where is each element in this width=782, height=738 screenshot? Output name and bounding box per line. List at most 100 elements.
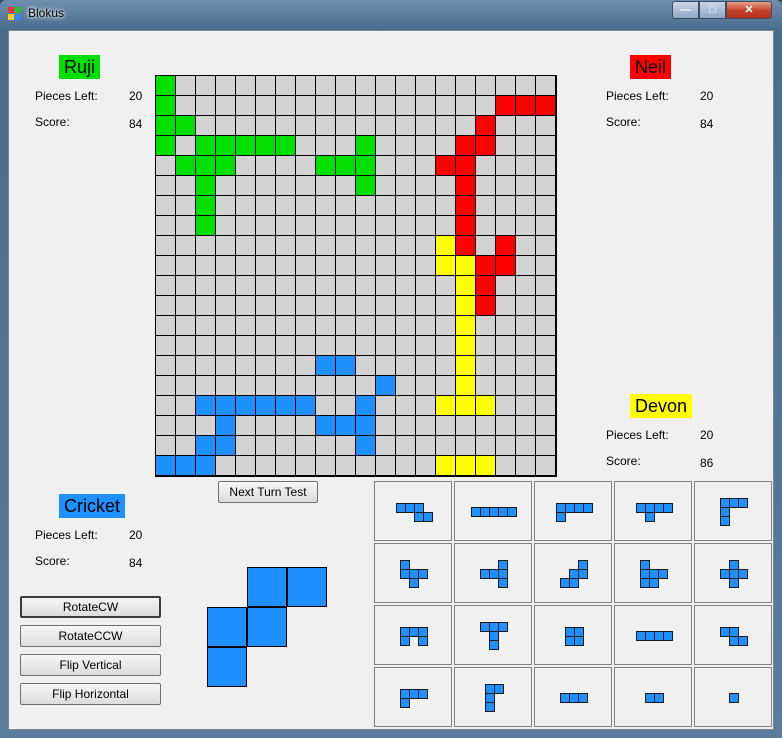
board-cell-empty[interactable] bbox=[496, 196, 515, 215]
board-cell-empty[interactable] bbox=[516, 116, 535, 135]
board-cell-empty[interactable] bbox=[336, 436, 355, 455]
board-cell-empty[interactable] bbox=[156, 436, 175, 455]
board-cell-empty[interactable] bbox=[396, 96, 415, 115]
board-cell-empty[interactable] bbox=[256, 256, 275, 275]
board-cell-yellow[interactable] bbox=[456, 336, 475, 355]
board-cell-empty[interactable] bbox=[396, 196, 415, 215]
board-cell-empty[interactable] bbox=[536, 196, 555, 215]
board-cell-empty[interactable] bbox=[436, 276, 455, 295]
board-cell-empty[interactable] bbox=[156, 376, 175, 395]
board-cell-empty[interactable] bbox=[196, 416, 215, 435]
board-cell-empty[interactable] bbox=[376, 336, 395, 355]
board-cell-empty[interactable] bbox=[396, 156, 415, 175]
board-cell-empty[interactable] bbox=[316, 216, 335, 235]
board-cell-empty[interactable] bbox=[316, 76, 335, 95]
board-cell-empty[interactable] bbox=[376, 236, 395, 255]
board-cell-empty[interactable] bbox=[476, 436, 495, 455]
board-cell-empty[interactable] bbox=[236, 416, 255, 435]
board-cell-empty[interactable] bbox=[176, 256, 195, 275]
board-cell-empty[interactable] bbox=[496, 76, 515, 95]
palette-slot[interactable] bbox=[454, 667, 532, 727]
board-cell-green[interactable] bbox=[336, 156, 355, 175]
board-cell-red[interactable] bbox=[456, 136, 475, 155]
board-cell-empty[interactable] bbox=[376, 276, 395, 295]
board-cell-empty[interactable] bbox=[256, 116, 275, 135]
board-cell-empty[interactable] bbox=[396, 76, 415, 95]
board-cell-empty[interactable] bbox=[276, 216, 295, 235]
board-cell-empty[interactable] bbox=[296, 436, 315, 455]
board-cell-blue[interactable] bbox=[216, 416, 235, 435]
board-cell-red[interactable] bbox=[456, 196, 475, 215]
board-cell-empty[interactable] bbox=[156, 296, 175, 315]
board-cell-empty[interactable] bbox=[216, 276, 235, 295]
board-cell-empty[interactable] bbox=[216, 76, 235, 95]
board-cell-empty[interactable] bbox=[416, 76, 435, 95]
board-cell-green[interactable] bbox=[236, 136, 255, 155]
board-cell-red[interactable] bbox=[536, 96, 555, 115]
board-cell-empty[interactable] bbox=[156, 216, 175, 235]
flip-vertical-button[interactable]: Flip Vertical bbox=[20, 654, 161, 676]
board-cell-empty[interactable] bbox=[476, 316, 495, 335]
board-cell-blue[interactable] bbox=[376, 376, 395, 395]
board-cell-green[interactable] bbox=[356, 156, 375, 175]
board-cell-yellow[interactable] bbox=[436, 236, 455, 255]
board-cell-empty[interactable] bbox=[376, 256, 395, 275]
board-cell-empty[interactable] bbox=[396, 396, 415, 415]
board-cell-blue[interactable] bbox=[236, 396, 255, 415]
board-cell-empty[interactable] bbox=[356, 256, 375, 275]
board-cell-empty[interactable] bbox=[256, 196, 275, 215]
board-cell-empty[interactable] bbox=[396, 376, 415, 395]
board-cell-empty[interactable] bbox=[436, 216, 455, 235]
palette-slot[interactable] bbox=[534, 543, 612, 603]
board-cell-empty[interactable] bbox=[316, 256, 335, 275]
rotate-cw-button[interactable]: RotateCW bbox=[20, 596, 161, 618]
board-cell-empty[interactable] bbox=[416, 236, 435, 255]
palette-slot[interactable] bbox=[694, 667, 772, 727]
board-cell-empty[interactable] bbox=[396, 296, 415, 315]
board-cell-empty[interactable] bbox=[416, 196, 435, 215]
board-cell-empty[interactable] bbox=[256, 156, 275, 175]
board-cell-empty[interactable] bbox=[216, 236, 235, 255]
board-cell-empty[interactable] bbox=[236, 376, 255, 395]
board-cell-blue[interactable] bbox=[356, 396, 375, 415]
board-cell-empty[interactable] bbox=[416, 416, 435, 435]
board-cell-empty[interactable] bbox=[536, 396, 555, 415]
board-cell-empty[interactable] bbox=[316, 176, 335, 195]
board-cell-empty[interactable] bbox=[176, 396, 195, 415]
board-cell-empty[interactable] bbox=[176, 236, 195, 255]
board-cell-empty[interactable] bbox=[436, 96, 455, 115]
board-cell-empty[interactable] bbox=[436, 376, 455, 395]
board-cell-empty[interactable] bbox=[176, 316, 195, 335]
board-cell-yellow[interactable] bbox=[456, 396, 475, 415]
board-cell-empty[interactable] bbox=[296, 456, 315, 475]
board-cell-empty[interactable] bbox=[516, 336, 535, 355]
board-cell-empty[interactable] bbox=[516, 376, 535, 395]
board-cell-empty[interactable] bbox=[176, 296, 195, 315]
board-cell-green[interactable] bbox=[176, 116, 195, 135]
board-cell-empty[interactable] bbox=[236, 156, 255, 175]
board-cell-empty[interactable] bbox=[456, 76, 475, 95]
board-cell-green[interactable] bbox=[156, 116, 175, 135]
board-cell-empty[interactable] bbox=[256, 416, 275, 435]
board-cell-empty[interactable] bbox=[436, 136, 455, 155]
board-cell-empty[interactable] bbox=[496, 376, 515, 395]
board-cell-empty[interactable] bbox=[336, 176, 355, 195]
board-cell-empty[interactable] bbox=[516, 396, 535, 415]
board-cell-empty[interactable] bbox=[156, 256, 175, 275]
board-cell-empty[interactable] bbox=[516, 416, 535, 435]
board-cell-empty[interactable] bbox=[196, 336, 215, 355]
palette-slot[interactable] bbox=[374, 667, 452, 727]
board-cell-empty[interactable] bbox=[436, 196, 455, 215]
board-cell-empty[interactable] bbox=[516, 136, 535, 155]
board-cell-red[interactable] bbox=[456, 216, 475, 235]
board-cell-empty[interactable] bbox=[216, 456, 235, 475]
board-cell-empty[interactable] bbox=[356, 376, 375, 395]
board-cell-empty[interactable] bbox=[276, 76, 295, 95]
board-cell-blue[interactable] bbox=[276, 396, 295, 415]
board-cell-empty[interactable] bbox=[456, 96, 475, 115]
board-cell-empty[interactable] bbox=[536, 356, 555, 375]
board-cell-empty[interactable] bbox=[416, 396, 435, 415]
board-cell-empty[interactable] bbox=[276, 336, 295, 355]
board-cell-empty[interactable] bbox=[396, 276, 415, 295]
board-cell-empty[interactable] bbox=[396, 316, 415, 335]
